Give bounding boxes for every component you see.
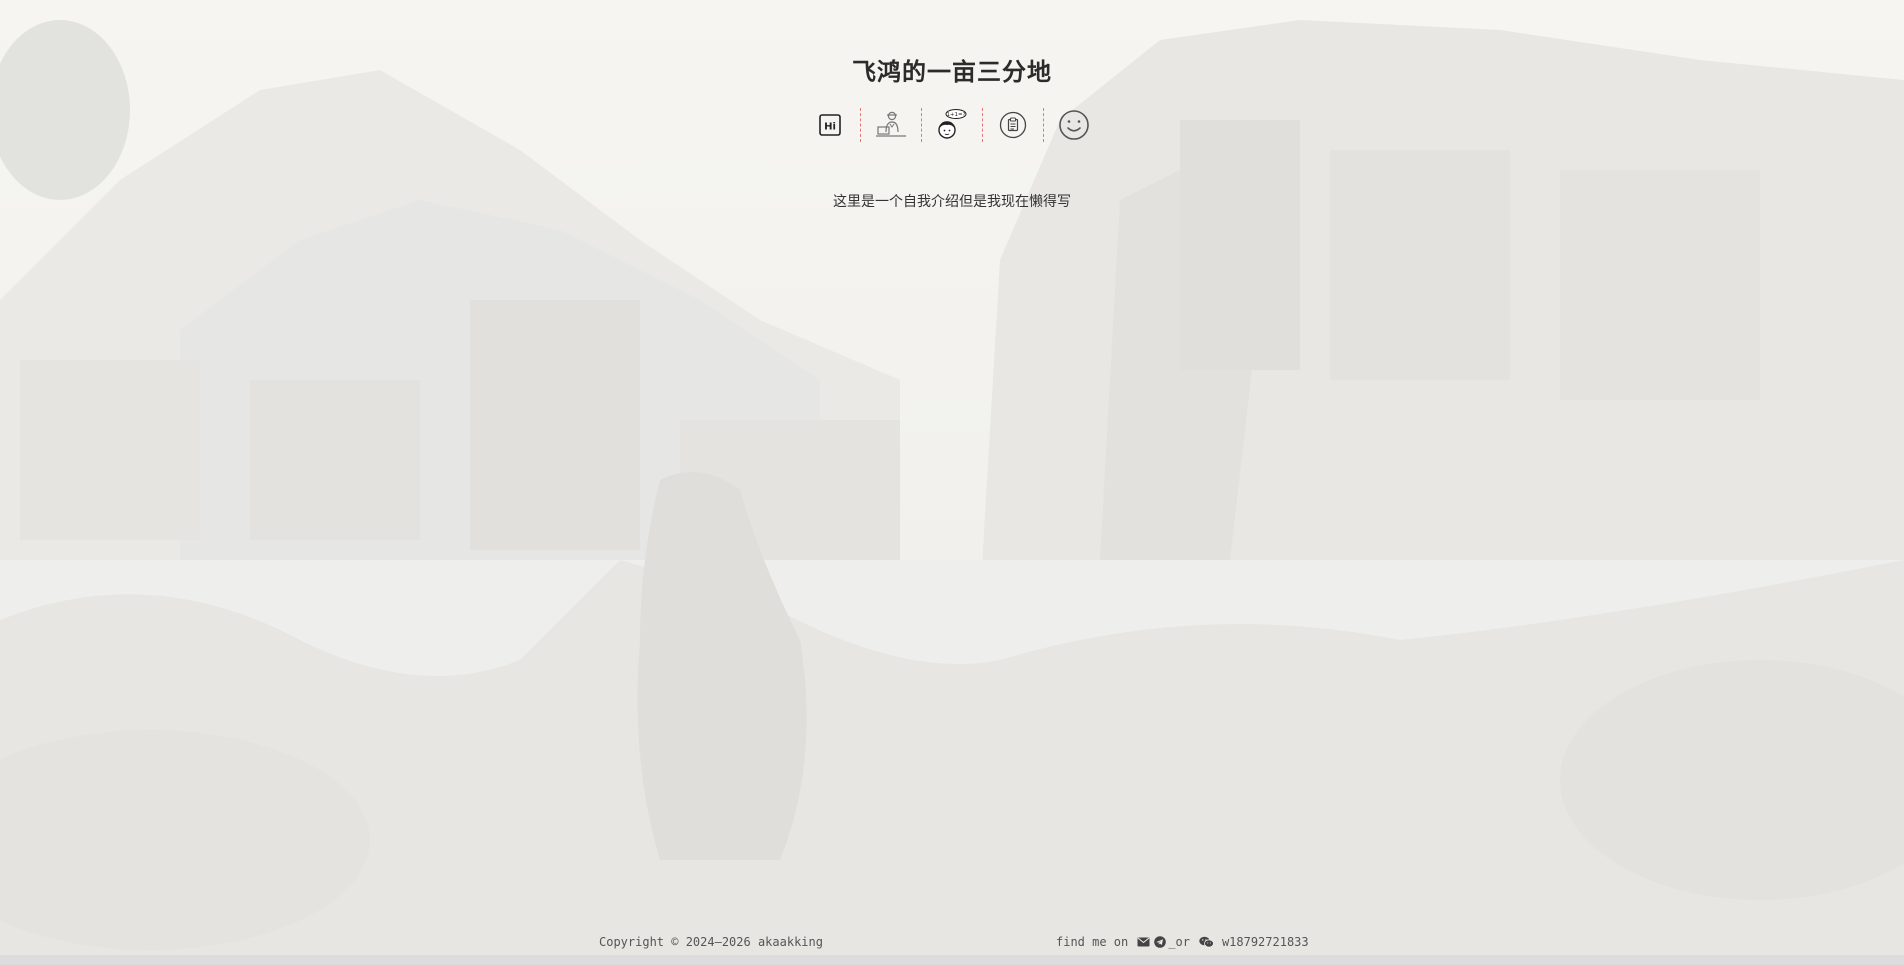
coder-icon <box>876 111 906 137</box>
clipboard-icon <box>999 111 1027 139</box>
nav-item-smile[interactable] <box>1044 108 1104 142</box>
telegram-icon[interactable] <box>1154 936 1167 948</box>
svg-text:Hi: Hi <box>824 122 836 133</box>
icon-nav: Hi 1+1=? <box>0 108 1904 142</box>
hi-icon: Hi <box>819 114 841 136</box>
contact-prefix: find me on <box>1056 935 1129 949</box>
nav-item-thinking-kid[interactable]: 1+1=? <box>922 108 982 142</box>
wechat-id: w18792721833 <box>1221 935 1309 949</box>
site-title: 飞鸿的一亩三分地 <box>852 58 1052 86</box>
nav-item-hi[interactable]: Hi <box>800 108 860 142</box>
wechat-icon[interactable] <box>1199 936 1214 948</box>
intro-text: 这里是一个自我介绍但是我现在懒得写 <box>833 194 1071 210</box>
thinking-kid-badge: 1+1=? <box>946 112 965 118</box>
smile-icon <box>1059 110 1089 140</box>
email-icon[interactable] <box>1137 937 1150 947</box>
nav-item-clipboard[interactable] <box>983 108 1043 142</box>
contact-separator: _or <box>1168 935 1190 949</box>
contact-info: find me on _or w18792721833 <box>1056 935 1309 949</box>
bottom-scrollbar-track <box>0 955 1904 965</box>
copyright-text: Copyright © 2024–2026 akaakking <box>599 935 823 949</box>
background-landscape <box>0 0 1904 965</box>
nav-item-coder[interactable] <box>861 108 921 142</box>
thinking-kid-icon: 1+1=? <box>938 109 967 139</box>
